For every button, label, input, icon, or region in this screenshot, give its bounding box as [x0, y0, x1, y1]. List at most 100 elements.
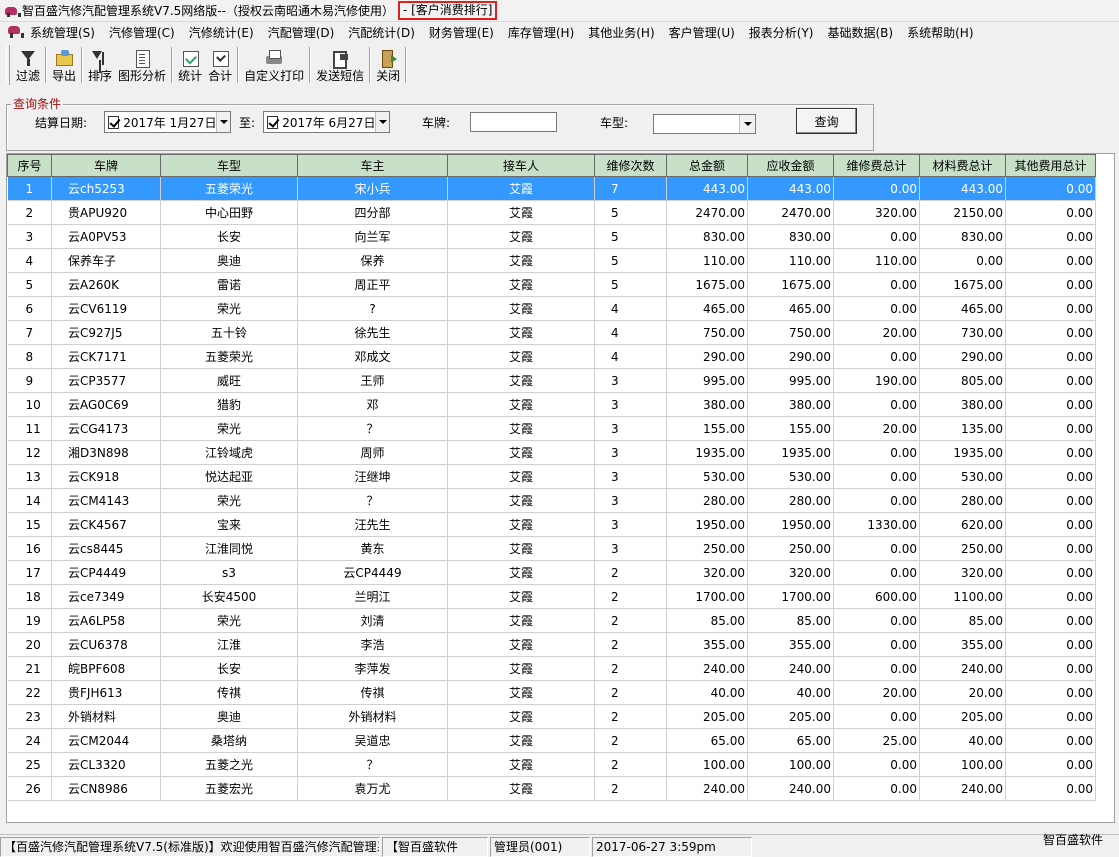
cell-receiver[interactable]: 艾霞 — [447, 440, 595, 465]
cell-repair-count[interactable]: 5 — [594, 272, 667, 297]
cell-plate[interactable]: 云cs8445 — [51, 536, 161, 561]
cell-receiver[interactable]: 艾霞 — [447, 584, 595, 609]
cell-owner[interactable]: 周师 — [297, 440, 448, 465]
cell-model[interactable]: 雷诺 — [160, 272, 298, 297]
date-from-checkbox[interactable] — [108, 115, 120, 129]
cell-other-fee-total[interactable]: 0.00 — [1005, 392, 1096, 417]
cell-other-fee-total[interactable]: 0.00 — [1005, 248, 1096, 273]
cell-repair-fee-total[interactable]: 0.00 — [833, 488, 920, 513]
column-header-other-fee-total[interactable]: 其他费用总计 — [1005, 154, 1096, 177]
cell-owner[interactable]: 宋小兵 — [297, 176, 448, 201]
cell-index[interactable]: 4 — [7, 248, 52, 273]
cell-owner[interactable]: 四分部 — [297, 200, 448, 225]
table-row[interactable]: 4 保养车子 奥迪 保养 艾霞 5 110.00 110.00 110.00 0.00 0.00 — [7, 248, 1096, 273]
cell-model[interactable]: 江淮 — [160, 632, 298, 657]
cell-plate[interactable]: 云CK918 — [51, 464, 161, 489]
cell-index[interactable]: 2 — [7, 200, 52, 225]
cell-owner[interactable]: 黄东 — [297, 536, 448, 561]
cell-other-fee-total[interactable]: 0.00 — [1005, 560, 1096, 585]
cell-material-fee-total[interactable]: 20.00 — [919, 680, 1006, 705]
cell-material-fee-total[interactable]: 135.00 — [919, 416, 1006, 441]
cell-model[interactable]: 荣光 — [160, 416, 298, 441]
cell-repair-fee-total[interactable]: 0.00 — [833, 752, 920, 777]
cell-owner[interactable]: 刘清 — [297, 608, 448, 633]
cell-total-amount[interactable]: 240.00 — [666, 656, 748, 681]
date-to-dropdown[interactable] — [375, 112, 389, 132]
cell-total-amount[interactable]: 250.00 — [666, 536, 748, 561]
cell-receiver[interactable]: 艾霞 — [447, 656, 595, 681]
cell-repair-count[interactable]: 2 — [594, 704, 667, 729]
cell-material-fee-total[interactable]: 530.00 — [919, 464, 1006, 489]
date-from-dropdown[interactable] — [216, 112, 230, 132]
cell-receivable-amount[interactable]: 830.00 — [747, 224, 834, 249]
column-header-model[interactable]: 车型 — [160, 154, 298, 177]
cell-receivable-amount[interactable]: 240.00 — [747, 656, 834, 681]
cell-material-fee-total[interactable]: 205.00 — [919, 704, 1006, 729]
cell-other-fee-total[interactable]: 0.00 — [1005, 344, 1096, 369]
cell-index[interactable]: 20 — [7, 632, 52, 657]
cell-receivable-amount[interactable]: 1950.00 — [747, 512, 834, 537]
column-header-receiver[interactable]: 接车人 — [447, 154, 595, 177]
cell-plate[interactable]: 云CV6119 — [51, 296, 161, 321]
column-header-index[interactable]: 序号 — [7, 154, 52, 177]
cell-total-amount[interactable]: 155.00 — [666, 416, 748, 441]
graph-analysis-button[interactable]: 图形分析 — [115, 45, 169, 85]
cell-owner[interactable]: 汪先生 — [297, 512, 448, 537]
cell-total-amount[interactable]: 830.00 — [666, 224, 748, 249]
cell-plate[interactable]: 贵FJH613 — [51, 680, 161, 705]
cell-plate[interactable]: 外销材料 — [51, 704, 161, 729]
cell-receiver[interactable]: 艾霞 — [447, 248, 595, 273]
cell-index[interactable]: 1 — [7, 176, 52, 201]
toolbar-grip[interactable] — [6, 45, 10, 85]
cell-plate[interactable]: 皖BPF608 — [51, 656, 161, 681]
cell-material-fee-total[interactable]: 443.00 — [919, 176, 1006, 201]
cell-total-amount[interactable]: 65.00 — [666, 728, 748, 753]
table-row[interactable]: 12 湘D3N898 江铃域虎 周师 艾霞 3 1935.00 1935.00 0.00 1935… — [7, 440, 1096, 465]
cell-total-amount[interactable]: 995.00 — [666, 368, 748, 393]
cell-total-amount[interactable]: 100.00 — [666, 752, 748, 777]
table-row[interactable]: 14 云CM4143 荣光？艾霞 3 280.00 280.00 0.00 280.00 0.0… — [7, 488, 1096, 513]
table-row[interactable]: 5 云A260K 雷诺 周正平 艾霞 5 1675.00 1675.00 0.00 1675.00… — [7, 272, 1096, 297]
cell-model[interactable]: 奥迪 — [160, 248, 298, 273]
cell-owner[interactable]: ? — [297, 296, 448, 321]
cell-model[interactable]: 长安 — [160, 656, 298, 681]
cell-index[interactable]: 22 — [7, 680, 52, 705]
cell-model[interactable]: 五菱荣光 — [160, 176, 298, 201]
cell-repair-fee-total[interactable]: 0.00 — [833, 560, 920, 585]
cell-other-fee-total[interactable]: 0.00 — [1005, 200, 1096, 225]
filter-button[interactable]: 过滤 — [13, 45, 43, 85]
table-row[interactable]: 13 云CK918 悦达起亚 汪继坤 艾霞 3 530.00 530.00 0.00 530.00… — [7, 464, 1096, 489]
statistics-button[interactable]: 统计 — [175, 45, 205, 85]
cell-material-fee-total[interactable]: 1935.00 — [919, 440, 1006, 465]
cell-plate[interactable]: 云CL3320 — [51, 752, 161, 777]
cell-owner[interactable]: ？ — [297, 752, 448, 777]
model-select[interactable] — [653, 114, 756, 134]
cell-total-amount[interactable]: 290.00 — [666, 344, 748, 369]
cell-owner[interactable]: 兰明江 — [297, 584, 448, 609]
cell-model[interactable]: 中心田野 — [160, 200, 298, 225]
cell-plate[interactable]: 云A260K — [51, 272, 161, 297]
cell-other-fee-total[interactable]: 0.00 — [1005, 416, 1096, 441]
cell-repair-fee-total[interactable]: 0.00 — [833, 776, 920, 801]
cell-material-fee-total[interactable]: 40.00 — [919, 728, 1006, 753]
cell-owner[interactable]: 吴道忠 — [297, 728, 448, 753]
cell-receivable-amount[interactable]: 250.00 — [747, 536, 834, 561]
cell-receivable-amount[interactable]: 530.00 — [747, 464, 834, 489]
cell-repair-count[interactable]: 3 — [594, 512, 667, 537]
cell-index[interactable]: 25 — [7, 752, 52, 777]
table-row[interactable]: 1 云ch5253 五菱荣光 宋小兵 艾霞 7 443.00 443.00 0.00 443.00… — [7, 176, 1096, 201]
menu-parts[interactable]: 汽配管理(D) — [268, 24, 335, 41]
cell-plate[interactable]: 云CM2044 — [51, 728, 161, 753]
date-from-picker[interactable]: 2017年 1月27日 — [104, 111, 231, 133]
cell-owner[interactable]: 汪继坤 — [297, 464, 448, 489]
cell-index[interactable]: 7 — [7, 320, 52, 345]
cell-repair-count[interactable]: 5 — [594, 200, 667, 225]
cell-receiver[interactable]: 艾霞 — [447, 320, 595, 345]
cell-plate[interactable]: 云CU6378 — [51, 632, 161, 657]
cell-other-fee-total[interactable]: 0.00 — [1005, 728, 1096, 753]
column-header-repair-count[interactable]: 维修次数 — [594, 154, 667, 177]
cell-receiver[interactable]: 艾霞 — [447, 536, 595, 561]
cell-repair-fee-total[interactable]: 0.00 — [833, 440, 920, 465]
cell-receiver[interactable]: 艾霞 — [447, 728, 595, 753]
menu-car-icon[interactable] — [6, 24, 24, 40]
